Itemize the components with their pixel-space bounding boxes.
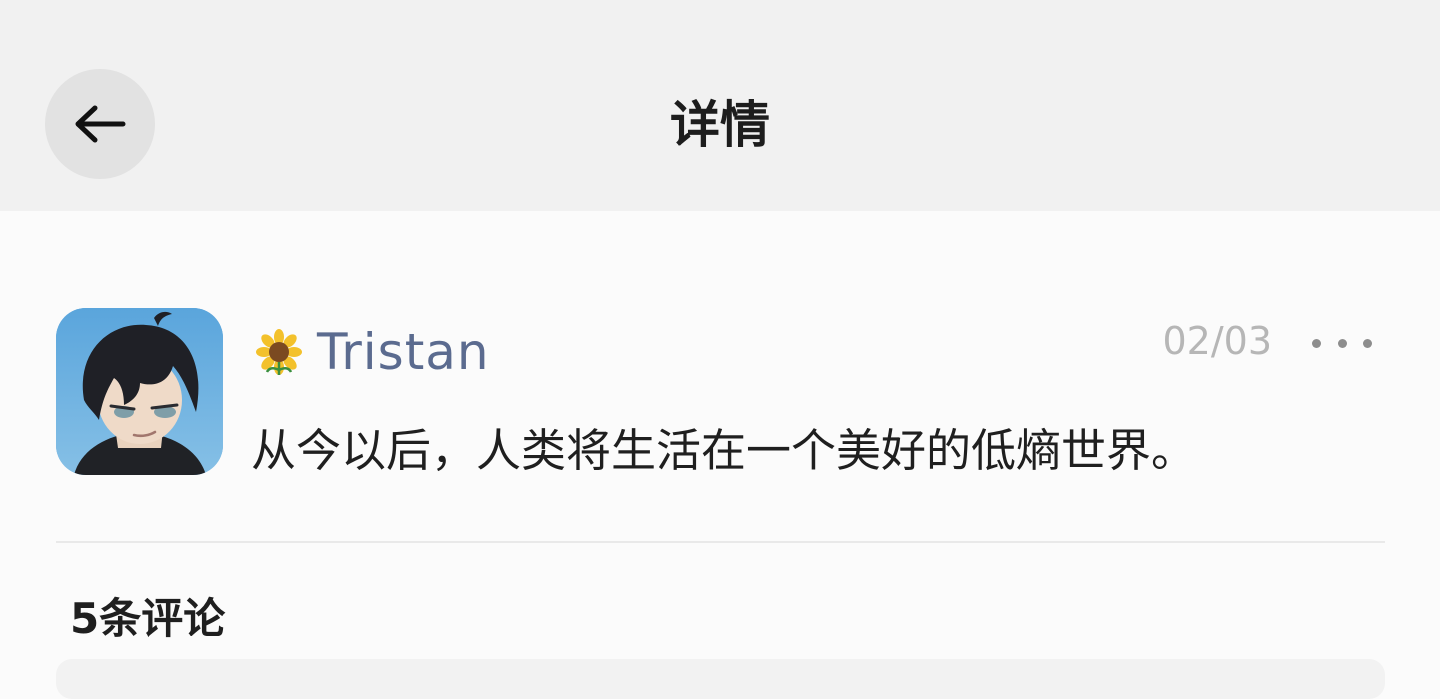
comment-list-preview <box>56 659 1385 699</box>
author-row: Tristan <box>255 322 490 382</box>
avatar[interactable] <box>56 308 223 475</box>
comment-count: 5条评论 <box>70 594 226 643</box>
post-detail: Tristan 02/03 从今以后，人类将生活在一个美好的低熵世界。 5条评论 <box>0 211 1440 699</box>
more-options-button[interactable] <box>1312 331 1372 355</box>
more-horizontal-icon <box>1337 338 1347 348</box>
page-title: 详情 <box>670 96 770 154</box>
more-horizontal-icon <box>1312 338 1321 348</box>
post-text: 从今以后，人类将生活在一个美好的低熵世界。 <box>251 424 1197 477</box>
post-date: 02/03 <box>1162 319 1272 363</box>
top-bar: 详情 <box>0 0 1440 211</box>
sunflower-icon <box>256 329 302 375</box>
author-name[interactable]: Tristan <box>317 322 490 382</box>
more-horizontal-icon <box>1363 338 1372 348</box>
divider <box>56 541 1385 543</box>
